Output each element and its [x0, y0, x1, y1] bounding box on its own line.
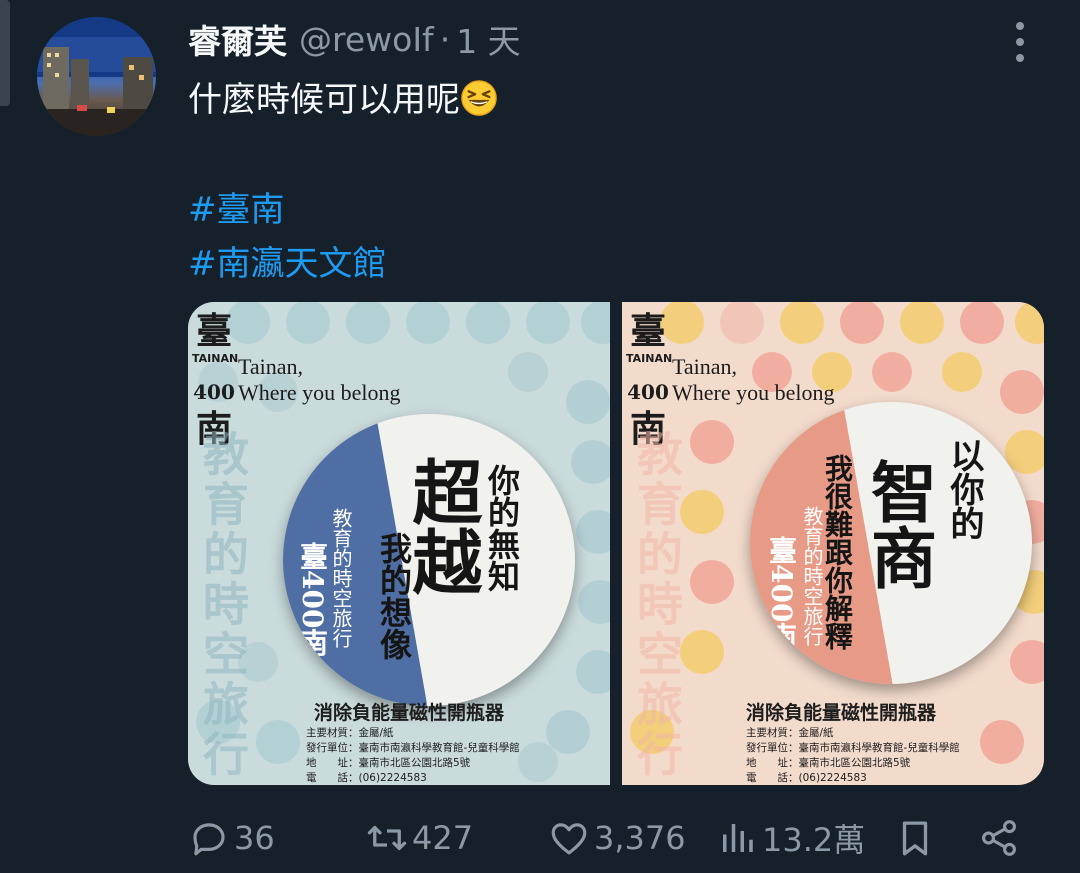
product-specs: 主要材質：金屬/紙 發行單位：臺南市南瀛科學教育館-兒童科學館 地 址：臺南市北…	[746, 726, 960, 785]
badge-text-col2: 我的想像	[375, 532, 413, 660]
hashtag-link[interactable]: #南瀛天文館	[188, 236, 387, 285]
logo-number: 400	[627, 380, 669, 404]
bookmark-icon	[902, 821, 928, 856]
spec-address: 地 址：臺南市北區公園北路5號	[746, 757, 911, 769]
avatar[interactable]	[37, 17, 156, 136]
reply-icon	[193, 823, 225, 856]
badge-band-logo: 臺400南	[296, 542, 329, 657]
retweet-icon	[367, 825, 407, 851]
logo-sub: TAINAN	[192, 352, 239, 365]
logo-char-top: 臺	[629, 310, 666, 352]
product-title: 消除負能量磁性開瓶器	[314, 702, 505, 724]
view-count: 13.2萬	[762, 821, 866, 859]
logo-char-top: 臺	[195, 310, 232, 352]
tagline: Tainan, Where you belong	[672, 354, 1002, 406]
spec-publisher: 發行單位：臺南市南瀛科學教育館-兒童科學館	[306, 742, 520, 754]
media-image-left[interactable]: 臺 TAINAN 400 南 Tainan, Where you belong …	[188, 302, 610, 785]
media-grid: 臺 TAINAN 400 南 Tainan, Where you belong …	[188, 302, 1044, 785]
analytics-bars-icon	[723, 824, 753, 852]
avatar-city-photo	[37, 17, 156, 136]
scroll-edge-indicator	[0, 0, 10, 106]
bookmark-button[interactable]	[894, 810, 936, 866]
share-icon	[982, 820, 1016, 856]
display-name[interactable]: 睿爾芙	[188, 15, 287, 63]
logo-number: 400	[193, 380, 235, 404]
spec-publisher: 發行單位：臺南市南瀛科學教育館-兒童科學館	[746, 742, 960, 754]
logo-sub: TAINAN	[626, 352, 673, 365]
badge-big-text: 智商	[860, 458, 938, 590]
badge-band-logo: 臺400南	[765, 536, 798, 651]
badge-band-slogan: 教育的時空旅行	[329, 508, 353, 648]
tweet-text: 什麼時候可以用呢	[188, 72, 498, 121]
spec-phone: 電 話：(06)2224583	[306, 772, 427, 784]
spec-material: 主要材質：金屬/紙	[306, 727, 394, 739]
vertical-slogan: 教育的時空旅行	[630, 430, 684, 780]
media-image-right[interactable]: 臺 TAINAN 400 南 Tainan, Where you belong …	[622, 302, 1044, 785]
pin-badge: 教育的時空旅行 臺400南 超越 你的無知 我的想像	[283, 414, 575, 706]
heart-icon	[551, 823, 587, 855]
pin-badge: 教育的時空旅行 臺400南 以你的 智商 我很難跟你解釋	[750, 402, 1032, 684]
spec-phone: 電 話：(06)2224583	[746, 772, 867, 784]
tagline-line-1: Tainan,	[672, 354, 738, 379]
grinning-squinting-face-icon	[461, 80, 497, 116]
badge-text-col2: 我很難跟你解釋	[821, 454, 854, 650]
tagline: Tainan, Where you belong	[238, 354, 568, 406]
views-button[interactable]: 13.2萬	[716, 810, 865, 866]
timestamp[interactable]: 1 天	[456, 15, 521, 63]
user-handle[interactable]: @rewoIf	[299, 20, 434, 59]
more-options-icon[interactable]	[1006, 22, 1034, 62]
tweet-actions: 36 427 3,376 13.2萬	[188, 810, 1028, 866]
retweet-button[interactable]: 427	[366, 810, 473, 866]
hashtag-link[interactable]: #臺南	[188, 182, 285, 231]
product-specs: 主要材質：金屬/紙 發行單位：臺南市南瀛科學教育館-兒童科學館 地 址：臺南市北…	[306, 726, 520, 785]
spec-material: 主要材質：金屬/紙	[746, 727, 834, 739]
vertical-slogan: 教育的時空旅行	[196, 430, 250, 780]
tagline-line-1: Tainan,	[238, 354, 304, 379]
tagline-line-2: Where you belong	[238, 380, 401, 405]
tainan-400-logo: 臺 TAINAN 400 南	[192, 310, 239, 450]
badge-text-col1: 你的無知	[483, 464, 521, 592]
like-count: 3,376	[594, 819, 686, 857]
product-title: 消除負能量磁性開瓶器	[746, 702, 937, 724]
reply-count: 36	[234, 819, 275, 857]
reply-button[interactable]: 36	[188, 810, 275, 866]
spec-address: 地 址：臺南市北區公園北路5號	[306, 757, 471, 769]
tweet-text-line: 什麼時候可以用呢	[188, 80, 460, 120]
retweet-count: 427	[412, 819, 474, 857]
tweet-header: 睿爾芙 @rewoIf · 1 天	[188, 14, 1000, 64]
badge-big-text: 超越	[401, 456, 484, 596]
like-button[interactable]: 3,376	[548, 810, 686, 866]
share-button[interactable]	[978, 810, 1020, 866]
separator-dot: ·	[439, 19, 451, 59]
badge-text-col1: 以你的	[944, 438, 984, 540]
tainan-400-logo: 臺 TAINAN 400 南	[626, 310, 673, 450]
